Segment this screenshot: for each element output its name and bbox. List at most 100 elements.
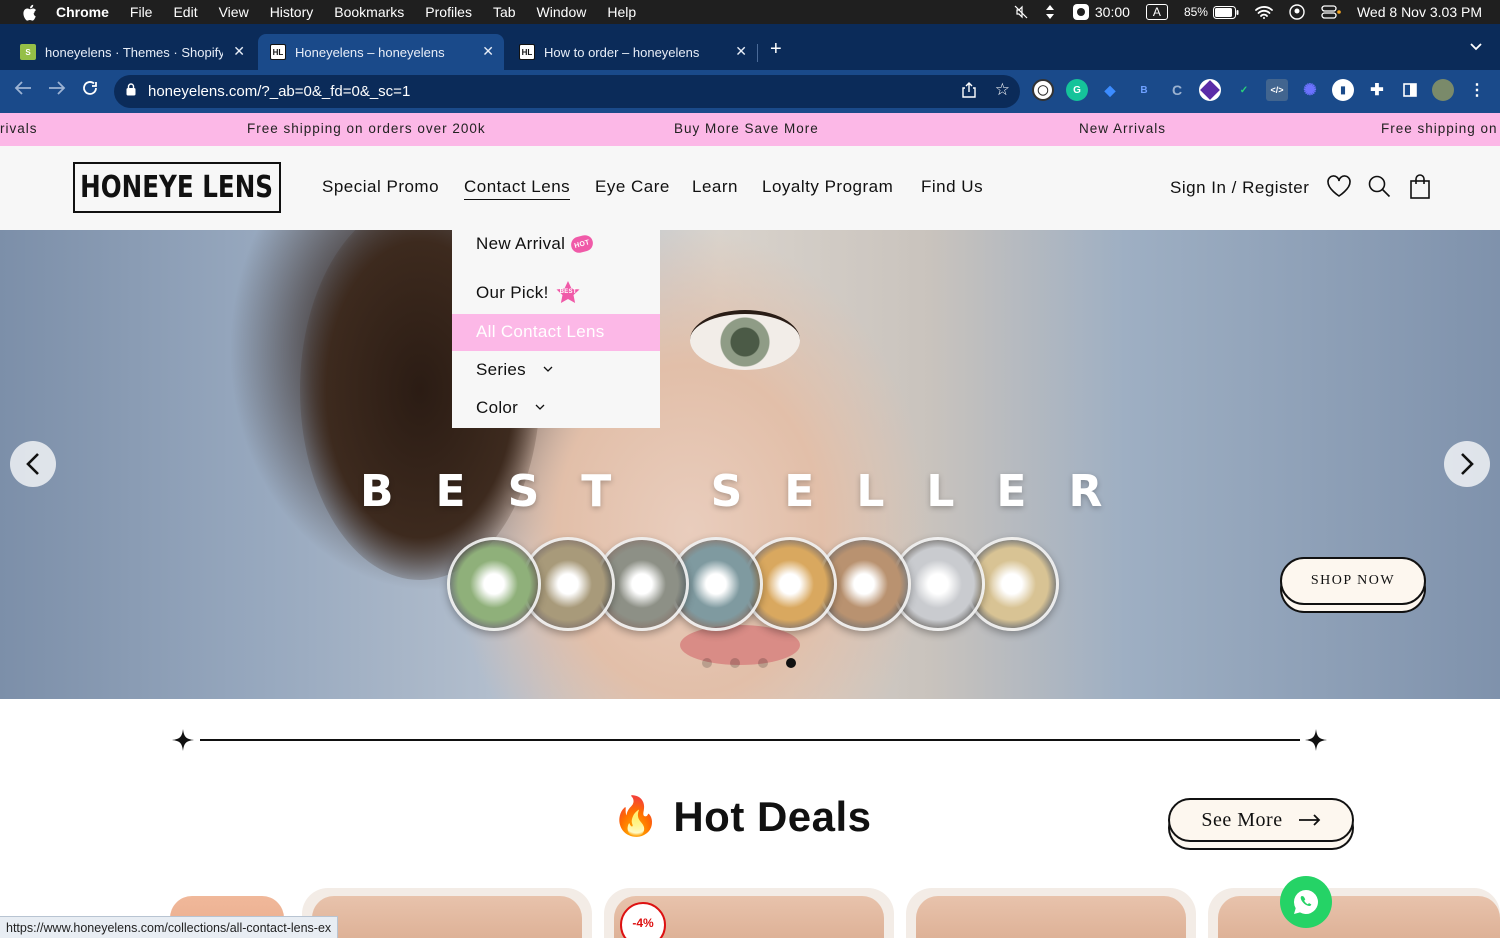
side-panel-icon[interactable] bbox=[1399, 79, 1421, 101]
announcement-item: Buy More Save More bbox=[674, 121, 819, 136]
site-logo[interactable]: HONEYE LENS bbox=[73, 162, 281, 213]
dropdown-color[interactable]: Color bbox=[476, 398, 550, 418]
section-divider bbox=[200, 739, 1300, 741]
menu-bookmarks[interactable]: Bookmarks bbox=[334, 4, 404, 20]
nav-eye-care[interactable]: Eye Care bbox=[595, 177, 670, 197]
code-extension-icon[interactable]: </> bbox=[1266, 79, 1288, 101]
puzzle-extensions-icon[interactable]: ✚ bbox=[1366, 79, 1388, 101]
apple-icon[interactable] bbox=[20, 4, 38, 21]
input-source-icon[interactable]: A bbox=[1145, 4, 1168, 20]
menu-history[interactable]: History bbox=[270, 4, 314, 20]
hero-banner[interactable]: BEST SELLER SHOP NOW bbox=[0, 230, 1500, 699]
tab-title: Honeyelens – honeyelens bbox=[295, 44, 445, 60]
wishlist-heart-icon[interactable] bbox=[1326, 174, 1352, 203]
dropdown-new-arrival[interactable]: New Arrival HOT bbox=[476, 233, 595, 255]
user-account-icon[interactable] bbox=[1289, 4, 1305, 20]
shop-now-button[interactable]: SHOP NOW bbox=[1280, 557, 1426, 605]
menu-view[interactable]: View bbox=[219, 4, 249, 20]
back-arrow-icon[interactable] bbox=[14, 80, 32, 101]
close-tab-icon[interactable]: ✕ bbox=[735, 43, 747, 60]
extension-b-icon[interactable]: B bbox=[1133, 79, 1155, 101]
carousel-next-button[interactable] bbox=[1444, 441, 1490, 487]
lock-icon[interactable] bbox=[126, 83, 136, 100]
tab-search-chevron-icon[interactable] bbox=[1470, 40, 1482, 54]
carousel-dot[interactable] bbox=[730, 658, 740, 668]
menu-app-chrome[interactable]: Chrome bbox=[56, 4, 109, 20]
announcement-bar: rivals Free shipping on orders over 200k… bbox=[0, 113, 1500, 146]
product-card[interactable] bbox=[302, 888, 592, 938]
carousel-dot[interactable] bbox=[758, 658, 768, 668]
menu-profiles[interactable]: Profiles bbox=[425, 4, 472, 20]
search-icon[interactable] bbox=[1367, 174, 1391, 203]
best-badge-label: BEST bbox=[559, 289, 577, 295]
share-icon[interactable] bbox=[962, 82, 976, 102]
address-bar[interactable]: honeyelens.com/?_ab=0&_fd=0&_sc=1 ☆ bbox=[114, 75, 1020, 108]
contact-lens-dropdown: New Arrival HOT Our Pick! BEST All Conta… bbox=[452, 228, 660, 428]
site-header: HONEYE LENS Special Promo Contact Lens E… bbox=[0, 146, 1500, 230]
carousel-dots bbox=[702, 658, 796, 668]
product-card[interactable] bbox=[906, 888, 1196, 938]
dropdown-all-contact-lens[interactable]: All Contact Lens bbox=[452, 314, 660, 351]
nav-contact-lens[interactable]: Contact Lens bbox=[464, 177, 571, 200]
address-url[interactable]: honeyelens.com/?_ab=0&_fd=0&_sc=1 bbox=[148, 83, 410, 100]
check-extension-icon[interactable]: ✓ bbox=[1233, 79, 1255, 101]
status-bar-url: https://www.honeyelens.com/collections/a… bbox=[0, 916, 339, 938]
menu-edit[interactable]: Edit bbox=[173, 4, 197, 20]
chevron-down-icon bbox=[535, 404, 545, 410]
close-tab-icon[interactable]: ✕ bbox=[233, 43, 245, 60]
menu-window[interactable]: Window bbox=[537, 4, 587, 20]
menu-file[interactable]: File bbox=[130, 4, 153, 20]
product-card[interactable] bbox=[1208, 888, 1500, 938]
nav-special-promo[interactable]: Special Promo bbox=[322, 177, 439, 197]
timer-text: 30:00 bbox=[1094, 4, 1130, 20]
new-tab-plus-icon[interactable]: + bbox=[770, 38, 782, 61]
carousel-dot[interactable] bbox=[702, 658, 712, 668]
reload-icon[interactable] bbox=[82, 80, 98, 101]
hot-deals-heading: 🔥 Hot Deals bbox=[612, 793, 872, 841]
extension-ci-icon[interactable]: C bbox=[1166, 79, 1188, 101]
tab-title: How to order – honeyelens bbox=[544, 44, 700, 60]
extension-1-icon[interactable]: ◯ bbox=[1032, 79, 1054, 101]
see-more-button[interactable]: See More bbox=[1168, 798, 1354, 842]
close-tab-icon[interactable]: ✕ bbox=[482, 43, 494, 60]
nav-learn[interactable]: Learn bbox=[692, 177, 738, 197]
wifi-icon[interactable] bbox=[1255, 5, 1273, 19]
chrome-menu-icon[interactable]: ⋮ bbox=[1466, 79, 1488, 101]
forward-arrow-icon[interactable] bbox=[48, 80, 66, 101]
shopping-bag-icon[interactable] bbox=[1409, 174, 1431, 205]
bookmark-star-icon[interactable]: ☆ bbox=[995, 80, 1010, 100]
carousel-prev-button[interactable] bbox=[10, 441, 56, 487]
nav-find-us[interactable]: Find Us bbox=[921, 177, 983, 197]
profile-avatar[interactable] bbox=[1432, 79, 1454, 101]
sign-in-link[interactable]: Sign In / Register bbox=[1170, 178, 1309, 198]
chevron-down-icon bbox=[543, 366, 553, 372]
chevron-left-icon bbox=[26, 453, 39, 475]
battery-indicator[interactable]: 85% bbox=[1184, 5, 1239, 19]
tab-shopify-themes[interactable]: S honeyelens · Themes · Shopify ✕ bbox=[0, 34, 255, 70]
menu-help[interactable]: Help bbox=[607, 4, 636, 20]
nav-loyalty-program[interactable]: Loyalty Program bbox=[762, 177, 893, 197]
menubar-datetime[interactable]: Wed 8 Nov 3.03 PM bbox=[1357, 4, 1482, 20]
mute-icon[interactable] bbox=[1014, 5, 1028, 19]
hero-photo-eye bbox=[690, 310, 800, 370]
extension-doc-icon[interactable]: ▮ bbox=[1332, 79, 1354, 101]
control-center-icon[interactable] bbox=[1321, 5, 1341, 19]
extension-purple-icon[interactable] bbox=[1199, 79, 1221, 101]
menu-tab[interactable]: Tab bbox=[493, 4, 516, 20]
gear-extension-icon[interactable]: ✺ bbox=[1299, 79, 1321, 101]
carousel-dot-active[interactable] bbox=[786, 658, 796, 668]
tag-extension-icon[interactable]: ◆ bbox=[1099, 79, 1121, 101]
chevron-right-icon bbox=[1461, 453, 1474, 475]
dropdown-our-pick[interactable]: Our Pick! BEST bbox=[476, 280, 581, 306]
lens-sample bbox=[447, 537, 541, 631]
dropdown-item-label: New Arrival bbox=[476, 234, 566, 253]
sync-icon[interactable] bbox=[1044, 4, 1056, 20]
whatsapp-chat-button[interactable] bbox=[1280, 876, 1332, 928]
tab-honeyelens-home[interactable]: HL Honeyelens – honeyelens ✕ bbox=[258, 34, 504, 70]
tab-how-to-order[interactable]: HL How to order – honeyelens ✕ bbox=[507, 34, 757, 70]
grammarly-icon[interactable]: G bbox=[1066, 79, 1088, 101]
hot-badge-icon: HOT bbox=[569, 233, 595, 255]
dropdown-series[interactable]: Series bbox=[476, 360, 558, 380]
timer-widget[interactable]: 30:00 bbox=[1072, 3, 1130, 21]
arrow-right-icon bbox=[1298, 814, 1320, 826]
